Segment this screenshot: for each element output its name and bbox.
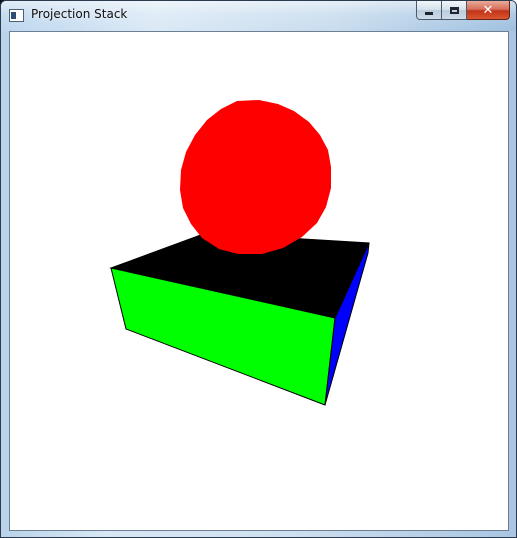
window-title: Projection Stack <box>31 7 128 21</box>
title-bar[interactable]: Projection Stack ✕ <box>1 1 516 31</box>
minimize-button[interactable] <box>416 1 442 20</box>
render-viewport[interactable] <box>9 31 509 531</box>
opengl-scene <box>109 100 370 406</box>
minimize-icon <box>425 11 433 15</box>
maximize-button[interactable] <box>442 1 467 20</box>
sphere <box>180 100 331 254</box>
caption-buttons: ✕ <box>416 1 510 20</box>
close-icon: ✕ <box>482 2 494 18</box>
application-icon[interactable] <box>9 9 24 22</box>
application-window: Projection Stack ✕ <box>0 0 517 538</box>
maximize-icon <box>449 6 459 14</box>
close-button[interactable]: ✕ <box>467 1 510 20</box>
